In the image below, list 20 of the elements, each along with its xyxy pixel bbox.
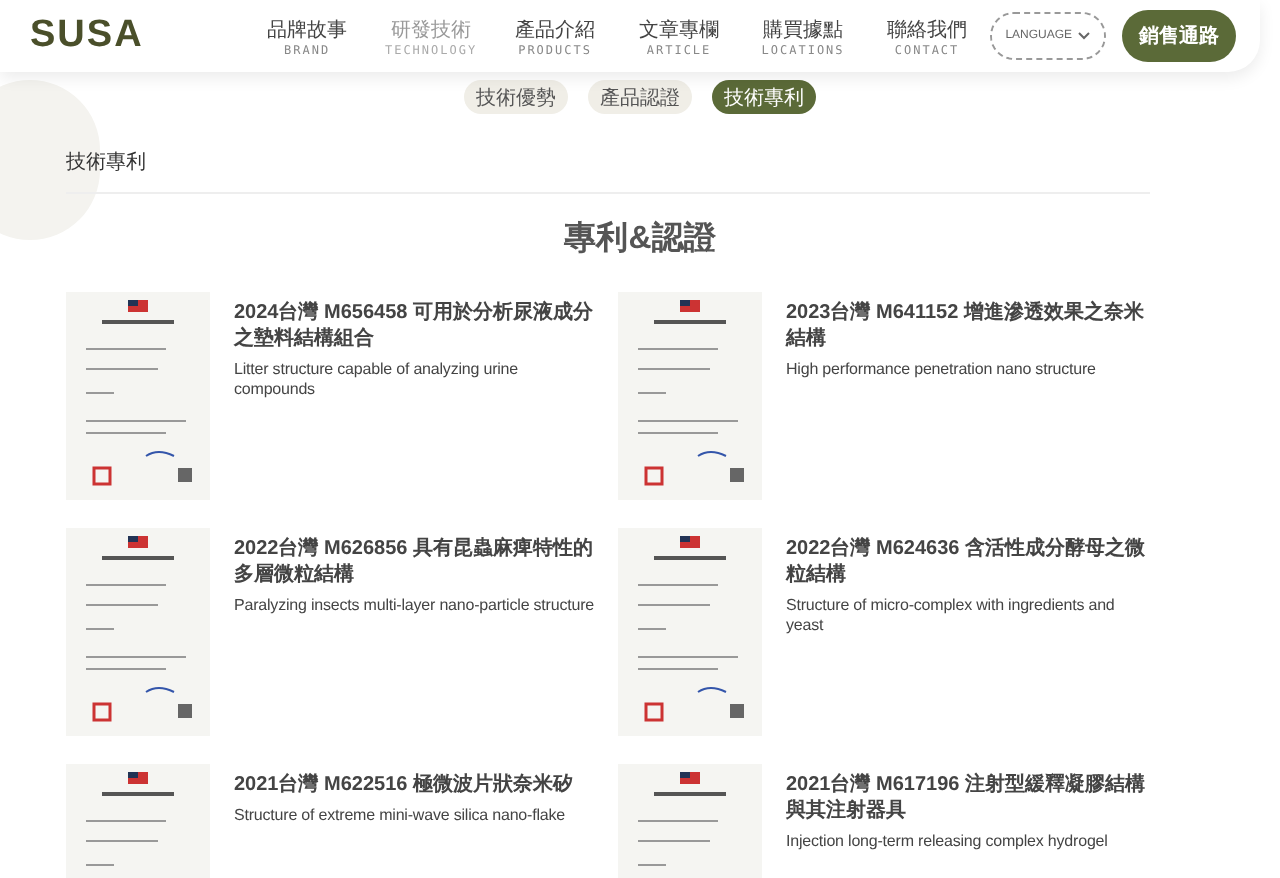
patent-title: 2023台灣 M641152 增進滲透效果之奈米結構 [786,300,1146,352]
patent-subtitle: Structure of micro-complex with ingredients and yeast [786,596,1117,638]
patent-title: 2021台灣 M617196 注射型緩釋凝膠結構與其注射器具 [786,772,1148,824]
chevron-down-icon [1078,32,1091,40]
tab[interactable]: 技術優勢 [464,80,568,114]
patent-title: 2022台灣 M624636 含活性成分酵母之微粒結構 [786,536,1148,588]
patent-subtitle: Structure of extreme mini-wave silica nano-flake [234,806,567,827]
patent-title: 2024台灣 M656458 可用於分析尿液成分之墊料結構組合 [234,300,596,352]
logo[interactable]: SUSA [30,14,206,58]
patent-title: 2022台灣 M626856 具有昆蟲麻痺特性的多層微粒結構 [234,536,596,588]
section-title: 專利&認證 [562,218,718,260]
tab[interactable]: 技術專利 [712,80,816,114]
patent-title: 2021台灣 M622516 極微波片狀奈米矽 [234,772,576,798]
patent-subtitle: Paralyzing insects multi-layer nano-particle structure [234,596,597,617]
patent-subtitle: High performance penetration nano structure [786,360,1098,381]
patent-subtitle: Injection long-term releasing complex hydrogel [786,832,1110,853]
tab[interactable]: 產品認證 [588,80,692,114]
sales-channel-button[interactable]: 銷售通路 [1122,10,1236,62]
patent-subtitle: Litter structure capable of analyzing urine compounds [234,360,521,402]
breadcrumb: 技術專利 [66,152,146,174]
